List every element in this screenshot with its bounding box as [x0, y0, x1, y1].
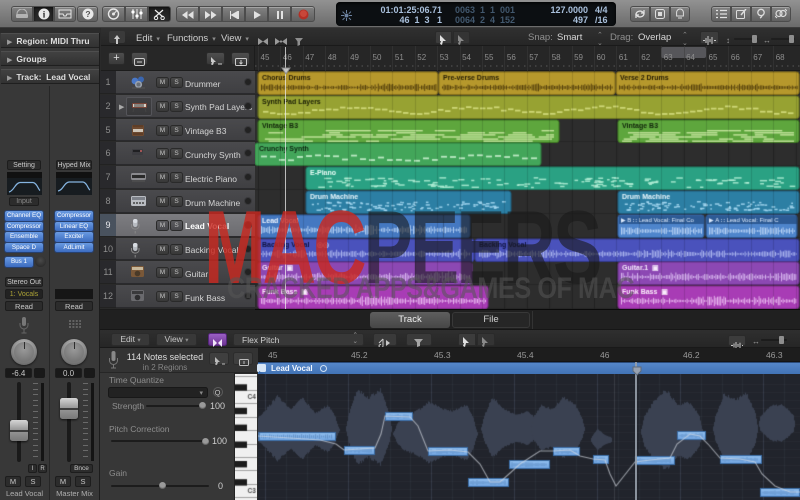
svg-text:?: ? — [85, 9, 90, 19]
